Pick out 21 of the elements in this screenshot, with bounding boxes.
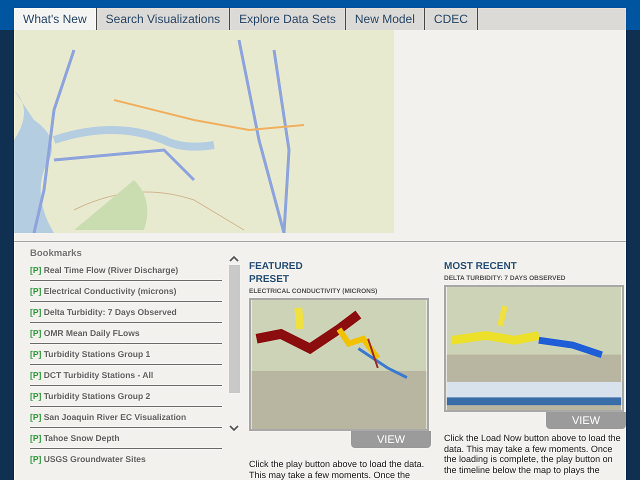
instructions-text: Click the Load Now button above to load the data. This may take a few moments. Once the loading is complete, the play button on the timeline below the map to plays the xyxy=(444,433,622,475)
bookmark-link[interactable]: [P] Turbidity Stations Group 2 xyxy=(30,389,222,407)
chevron-up-icon[interactable] xyxy=(229,256,239,262)
bookmark-link[interactable]: [P] Electrical Conductivity (microns) xyxy=(30,284,222,302)
bookmark-link[interactable]: [P] USGS Groundwater Sites xyxy=(30,452,222,469)
bookmark-link[interactable]: [P] San Joaquin River EC Visualization xyxy=(30,410,222,428)
view-button[interactable]: VIEW xyxy=(546,412,626,429)
bookmark-link[interactable]: [P] Delta Turbidity: 7 Days Observed xyxy=(30,305,222,323)
chevron-down-icon[interactable] xyxy=(229,425,239,431)
bookmark-link[interactable]: [P] Tahoe Snow Depth xyxy=(30,431,222,449)
bookmark-link[interactable]: [P] OMR Mean Daily FLows xyxy=(30,326,222,344)
bookmark-link[interactable]: [P] Real Time Flow (River Discharge) xyxy=(30,263,222,281)
bookmark-link[interactable]: [P] DCT Turbidity Stations - All xyxy=(30,368,222,386)
instructions-text: Click the play button above to load the data. This may take a few moments. Once the xyxy=(249,459,426,480)
section-heading: FEATURED PRESET xyxy=(249,260,304,286)
view-button[interactable]: VIEW xyxy=(351,431,431,448)
section-heading: MOST RECENT xyxy=(444,260,518,273)
scrollbar-thumb[interactable] xyxy=(228,265,240,393)
tab[interactable]: What's New xyxy=(14,8,97,30)
bookmarks-title: Bookmarks xyxy=(30,248,83,259)
bookmark-link[interactable]: [P] Turbidity Stations Group 1 xyxy=(30,347,222,365)
